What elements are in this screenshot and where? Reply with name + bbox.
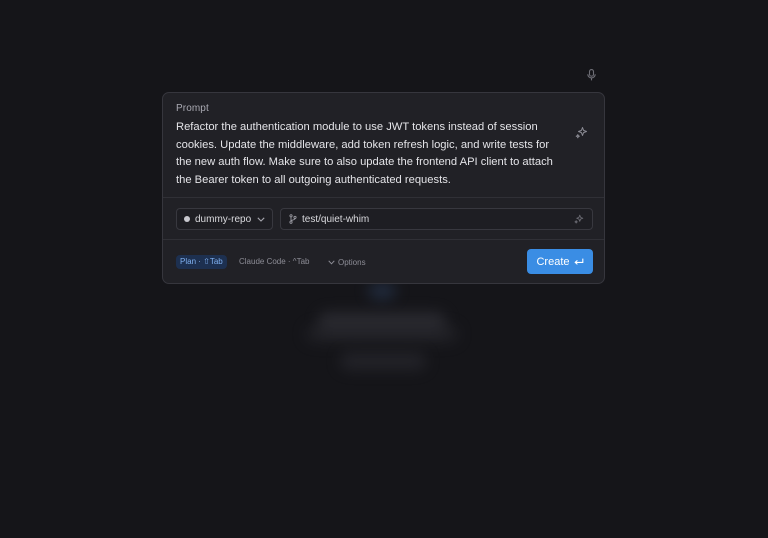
repo-select[interactable]: dummy-repo [176,208,273,230]
chevron-down-icon [257,216,265,222]
background-button-blur [340,352,426,370]
options-button[interactable]: Options [328,255,366,269]
sparkle-icon[interactable] [574,125,588,139]
prompt-label: Prompt [176,103,209,114]
sparkle-icon[interactable] [574,214,584,224]
git-branch-icon [289,214,297,224]
return-key-icon [573,258,584,266]
claude-code-mode[interactable]: Claude Code · ^Tab [239,255,309,269]
divider [163,239,604,240]
microphone-icon[interactable] [585,68,597,82]
background-subheading-blur [306,326,458,342]
prompt-textarea[interactable]: Refactor the authentication module to us… [176,119,566,189]
chevron-down-icon [328,259,335,265]
options-label: Options [338,257,366,267]
new-task-dialog: Prompt Refactor the authentication modul… [162,92,605,284]
app-stage: Prompt Refactor the authentication modul… [0,0,768,538]
branch-name: test/quiet-whim [302,213,370,225]
branch-input[interactable]: test/quiet-whim [280,208,593,230]
background-logo-blur [368,282,396,300]
create-label: Create [536,255,570,268]
repo-name: dummy-repo [195,213,252,225]
repo-status-dot [184,216,190,222]
divider [163,197,604,198]
plan-mode-badge[interactable]: Plan · ⇧Tab [176,255,227,269]
create-button[interactable]: Create [527,249,593,274]
